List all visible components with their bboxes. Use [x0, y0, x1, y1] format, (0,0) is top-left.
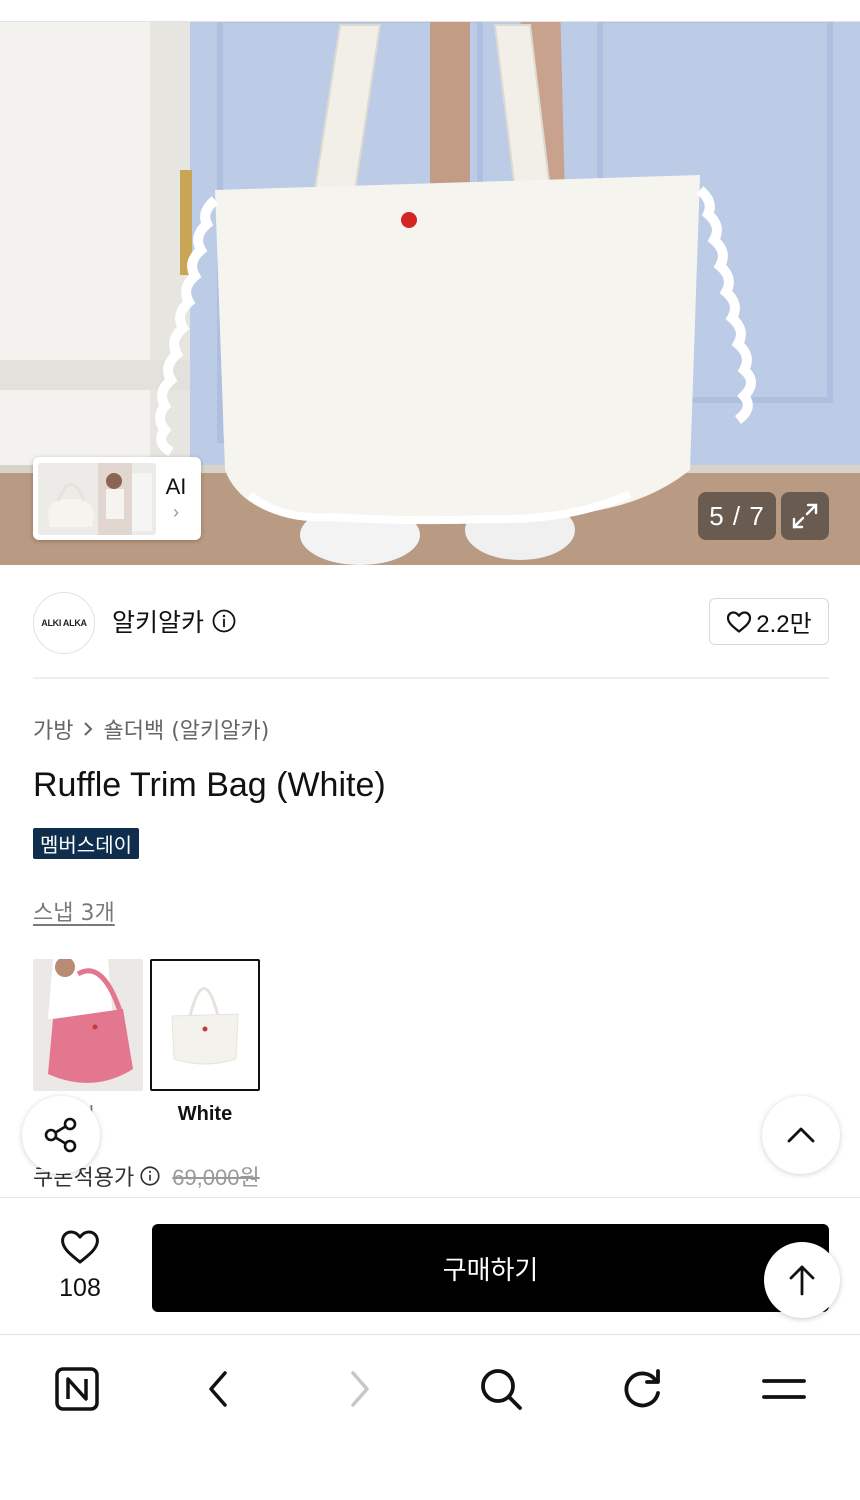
expand-icon — [792, 503, 818, 529]
buy-button[interactable]: 구매하기 — [152, 1224, 829, 1312]
snap-count-link[interactable]: 스냅 3개 — [33, 895, 115, 927]
search-button[interactable] — [471, 1359, 531, 1419]
heart-icon — [61, 1230, 99, 1264]
option-red-image — [33, 959, 143, 1091]
ai-thumbnail-strip[interactable]: AI › — [33, 457, 201, 540]
brand-name: 알키알카 — [112, 608, 205, 637]
search-icon — [481, 1369, 522, 1410]
forward-button[interactable] — [330, 1359, 390, 1419]
heart-icon — [727, 610, 752, 633]
brand-like-count: 2.2만 — [756, 611, 812, 638]
wishlist-button[interactable]: 108 — [40, 1228, 120, 1303]
chevron-up-icon — [787, 1127, 815, 1143]
reload-icon — [624, 1369, 660, 1408]
info-icon[interactable] — [140, 1166, 160, 1186]
reload-button[interactable] — [612, 1359, 672, 1419]
back-icon — [209, 1371, 227, 1407]
breadcrumb-item-bag[interactable]: 가방 — [33, 713, 73, 745]
scroll-to-top-button[interactable] — [764, 1242, 840, 1318]
brand-like-button[interactable]: 2.2만 — [709, 598, 829, 645]
info-icon[interactable] — [212, 609, 236, 633]
collapse-button[interactable] — [762, 1096, 840, 1174]
breadcrumb: 가방 숄더백 (알키알카) — [33, 713, 269, 745]
thumbnail-preview-image — [38, 462, 156, 535]
share-button[interactable] — [22, 1096, 100, 1174]
back-button[interactable] — [188, 1359, 248, 1419]
brand-name-link[interactable]: 알키알카 — [112, 603, 236, 639]
option-white-image — [150, 959, 260, 1091]
browser-nav-bar — [0, 1334, 860, 1500]
buy-bar: 108 구매하기 — [0, 1197, 860, 1334]
menu-icon — [762, 1379, 806, 1399]
product-title: Ruffle Trim Bag (White) — [33, 766, 386, 804]
share-icon — [44, 1117, 77, 1153]
chevron-right-icon: › — [173, 502, 179, 522]
brand-logo[interactable]: ALKI ALKA — [33, 592, 95, 654]
wishlist-count: 108 — [59, 1274, 101, 1302]
forward-icon — [351, 1371, 369, 1407]
option-white-label: White — [177, 1103, 233, 1125]
members-day-badge: 멤버스데이 — [33, 828, 139, 859]
divider — [33, 677, 829, 679]
product-image-gallery[interactable]: AI › 5 / 7 — [0, 0, 860, 565]
chevron-right-icon — [84, 722, 93, 736]
image-counter: 5 / 7 — [698, 492, 776, 540]
top-edge — [0, 0, 860, 22]
menu-button[interactable] — [754, 1359, 814, 1419]
brand-row: ALKI ALKA 알키알카 2.2만 — [0, 565, 860, 679]
arrow-up-icon — [789, 1265, 815, 1296]
naver-home-icon — [55, 1367, 99, 1411]
breadcrumb-item-shoulder-bag[interactable]: 숄더백 (알키알카) — [103, 713, 269, 745]
expand-fullscreen-button[interactable] — [781, 492, 829, 540]
option-white[interactable]: White — [150, 959, 260, 1126]
original-price: 69,000원 — [172, 1165, 260, 1190]
ai-label: AI — [165, 474, 187, 499]
naver-home-button[interactable] — [47, 1359, 107, 1419]
